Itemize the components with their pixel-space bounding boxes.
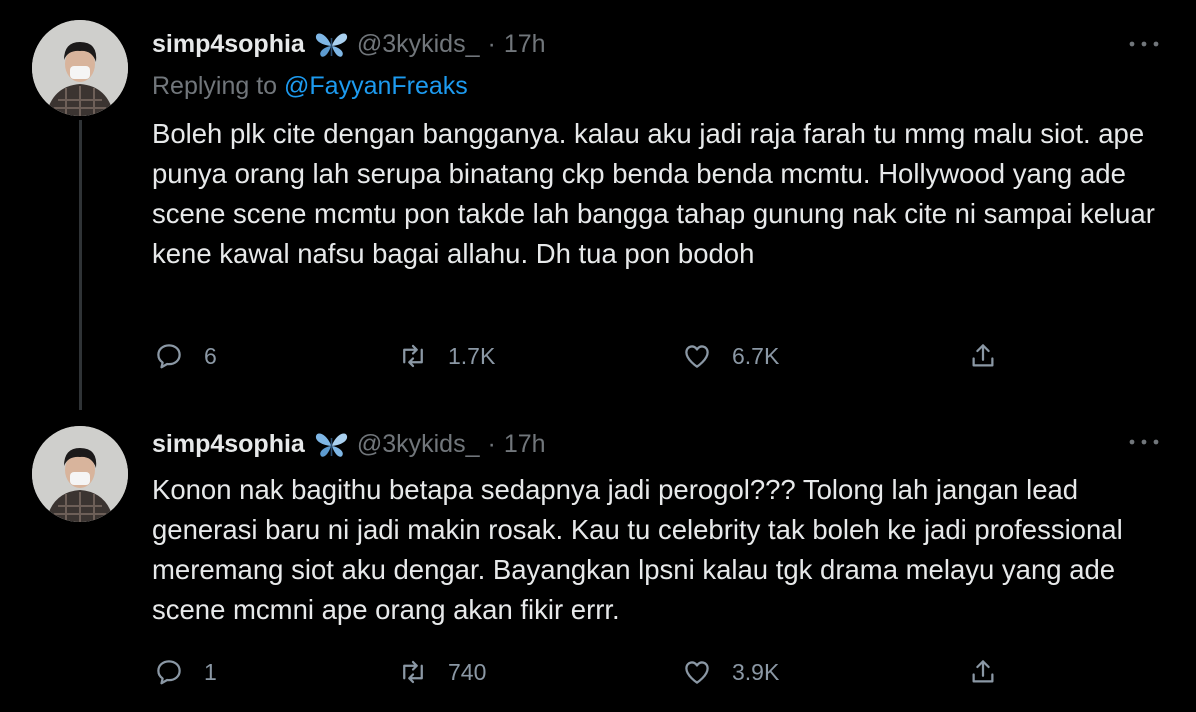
handle[interactable]: @3kykids_ xyxy=(357,430,480,459)
avatar[interactable] xyxy=(32,426,128,522)
butterfly-icon xyxy=(313,26,349,62)
share-button[interactable] xyxy=(968,334,998,378)
timestamp[interactable]: 17h xyxy=(504,430,546,459)
replying-to: Replying to @FayyanFreaks xyxy=(152,72,468,101)
display-name[interactable]: simp4sophia xyxy=(152,30,305,59)
share-upload-icon xyxy=(968,657,998,687)
mention-link[interactable]: @FayyanFreaks xyxy=(284,72,468,100)
reply-bubble-icon xyxy=(154,657,184,687)
like-count: 3.9K xyxy=(732,658,780,685)
like-button[interactable]: 6.7K xyxy=(682,334,779,378)
separator: · xyxy=(487,29,496,58)
share-upload-icon xyxy=(968,341,998,371)
share-button[interactable] xyxy=(968,650,998,694)
retweet-count: 1.7K xyxy=(448,342,496,369)
retweet-button[interactable]: 1.7K xyxy=(398,334,495,378)
butterfly-icon xyxy=(313,426,349,462)
retweet-count: 740 xyxy=(448,658,487,685)
tweet-text: Boleh plk cite dengan bangganya. kalau a… xyxy=(152,118,1155,269)
more-dots-icon[interactable] xyxy=(1124,432,1164,452)
like-count: 6.7K xyxy=(732,342,780,369)
reply-button[interactable]: 1 xyxy=(154,650,217,694)
tweet[interactable]: simp4sophia @3kykids_ · 17h Konon nak ba… xyxy=(0,408,1196,712)
heart-icon xyxy=(682,341,712,371)
handle[interactable]: @3kykids_ xyxy=(357,30,480,59)
tweet-text: Konon nak bagithu betapa sedapnya jadi p… xyxy=(152,474,1123,625)
retweet-arrows-icon xyxy=(398,341,428,371)
separator: · xyxy=(487,429,496,458)
display-name[interactable]: simp4sophia xyxy=(152,430,305,459)
avatar[interactable] xyxy=(32,20,128,116)
tweet-actions: 1 740 3.9K xyxy=(0,650,1196,694)
timestamp[interactable]: 17h xyxy=(504,30,546,59)
replying-to-label: Replying to xyxy=(152,72,278,100)
reply-count: 6 xyxy=(204,342,217,369)
heart-icon xyxy=(682,657,712,687)
more-dots-icon[interactable] xyxy=(1124,34,1164,54)
reply-count: 1 xyxy=(204,658,217,685)
tweet[interactable]: simp4sophia @3kykids_ · 17h Replying to … xyxy=(0,0,1196,408)
reply-button[interactable]: 6 xyxy=(154,334,217,378)
like-button[interactable]: 3.9K xyxy=(682,650,779,694)
retweet-button[interactable]: 740 xyxy=(398,650,486,694)
reply-bubble-icon xyxy=(154,341,184,371)
retweet-arrows-icon xyxy=(398,657,428,687)
tweet-actions: 6 1.7K 6.7K xyxy=(0,334,1196,378)
